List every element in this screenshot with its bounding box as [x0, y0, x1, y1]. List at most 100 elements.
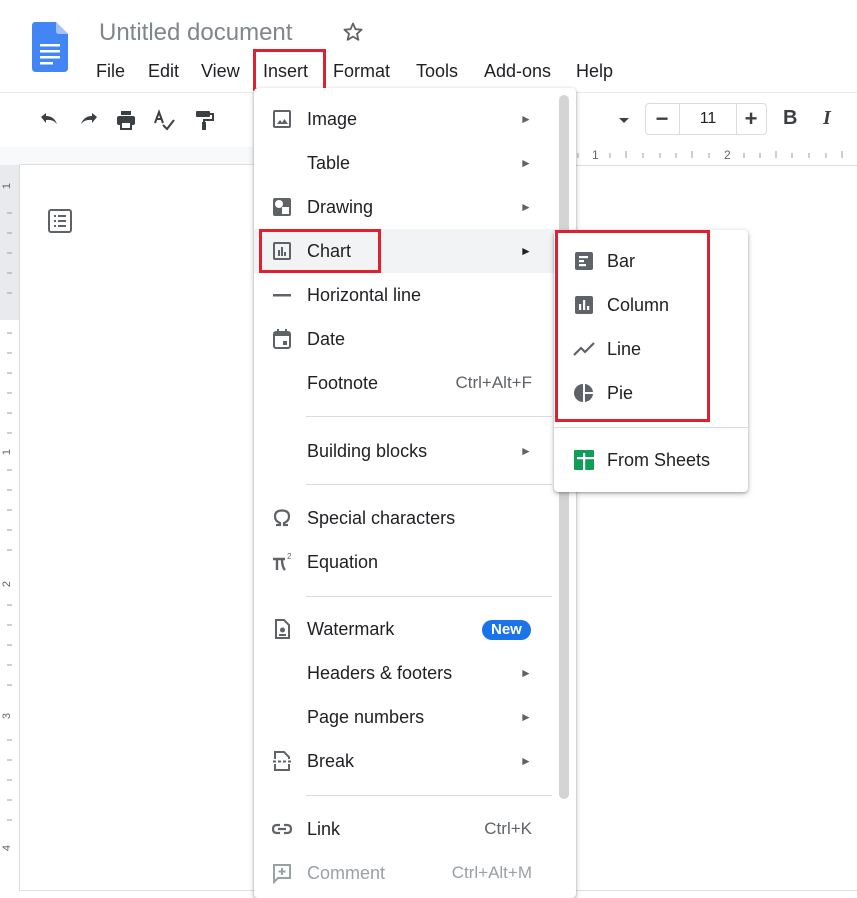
- v-ruler-mark: 2: [1, 580, 14, 588]
- submenu-arrow-icon: ►: [520, 112, 532, 126]
- menu-item-headers-footers[interactable]: Headers & footers ►: [254, 651, 554, 695]
- menu-add-ons[interactable]: Add-ons: [480, 56, 555, 86]
- menu-item-label: Watermark: [307, 619, 395, 639]
- menu-item-label: Horizontal line: [307, 285, 422, 305]
- line-chart-icon: [572, 337, 596, 361]
- menu-item-label: Page numbers: [307, 707, 425, 727]
- menu-item-image[interactable]: Image ►: [254, 97, 554, 141]
- menu-item-label: Date: [307, 329, 346, 349]
- print-icon[interactable]: [114, 108, 138, 132]
- break-icon: [270, 749, 294, 773]
- menu-format[interactable]: Format: [329, 56, 394, 86]
- font-dropdown-arrow-icon[interactable]: [612, 108, 636, 132]
- redo-icon[interactable]: [77, 108, 101, 132]
- v-ruler-mark: 3: [1, 712, 14, 720]
- menu-item-chart[interactable]: Chart ►: [254, 229, 576, 273]
- shortcut-label: Ctrl+Alt+M: [451, 863, 532, 882]
- undo-icon[interactable]: [37, 108, 61, 132]
- submenu-item-column[interactable]: Column: [554, 283, 748, 327]
- submenu-item-bar[interactable]: Bar: [554, 239, 748, 283]
- decrease-font-size-button[interactable]: −: [646, 104, 678, 134]
- column-chart-icon: [572, 293, 596, 317]
- horizontal-line-icon: [270, 283, 294, 307]
- submenu-item-label: Line: [607, 339, 642, 359]
- submenu-divider: [554, 427, 748, 428]
- menu-item-label: Headers & footers: [307, 663, 453, 683]
- submenu-item-from-sheets[interactable]: From Sheets: [554, 438, 748, 482]
- menu-tools[interactable]: Tools: [412, 56, 462, 86]
- menu-insert[interactable]: Insert: [259, 56, 312, 86]
- svg-text:2: 2: [287, 552, 292, 561]
- document-title[interactable]: Untitled document: [99, 18, 292, 48]
- increase-font-size-button[interactable]: +: [735, 104, 767, 134]
- font-size-stepper: − 11 +: [645, 103, 767, 135]
- menu-item-label: Image: [307, 109, 358, 129]
- menu-item-label: Comment: [307, 863, 386, 883]
- submenu-arrow-icon: ►: [520, 200, 532, 214]
- bold-button[interactable]: B: [783, 107, 797, 130]
- menu-item-footnote[interactable]: Footnote Ctrl+Alt+F: [254, 361, 554, 405]
- submenu-arrow-icon: ►: [520, 444, 532, 458]
- submenu-arrow-icon: ►: [520, 710, 532, 724]
- submenu-item-label: From Sheets: [607, 450, 711, 470]
- v-ruler-mark: 1: [1, 182, 14, 190]
- image-icon: [270, 107, 294, 131]
- menu-item-page-numbers[interactable]: Page numbers ►: [254, 695, 554, 739]
- submenu-arrow-icon: ►: [520, 666, 532, 680]
- star-icon[interactable]: [341, 20, 365, 44]
- italic-button[interactable]: I: [823, 107, 831, 130]
- menu-item-label: Table: [307, 153, 351, 173]
- font-size-input[interactable]: 11: [679, 104, 737, 134]
- submenu-item-label: Column: [607, 295, 670, 315]
- menu-item-special-characters[interactable]: Special characters: [254, 496, 554, 540]
- drawing-icon: [270, 195, 294, 219]
- menu-item-date[interactable]: Date: [254, 317, 554, 361]
- menu-item-label: Special characters: [307, 508, 456, 528]
- vertical-ruler: [0, 165, 20, 890]
- menu-item-label: Break: [307, 751, 355, 771]
- menu-item-drawing[interactable]: Drawing ►: [254, 185, 554, 229]
- omega-icon: [270, 506, 294, 530]
- submenu-item-line[interactable]: Line: [554, 327, 748, 371]
- menu-file[interactable]: File: [92, 56, 129, 86]
- submenu-arrow-icon: ►: [520, 244, 532, 258]
- horizontal-ruler: 1 2: [560, 147, 857, 166]
- bar-chart-icon: [572, 249, 596, 273]
- link-icon: [270, 817, 294, 841]
- menu-divider: [306, 795, 552, 796]
- pie-chart-icon: [572, 381, 596, 405]
- h-ruler-mark: 2: [724, 148, 731, 162]
- menu-item-link[interactable]: Link Ctrl+K: [254, 807, 554, 851]
- submenu-arrow-icon: ►: [520, 156, 532, 170]
- menu-item-horizontal-line[interactable]: Horizontal line: [254, 273, 554, 317]
- spellcheck-icon[interactable]: [152, 108, 176, 132]
- insert-menu: Image ► Table ► Drawing ► Chart ► Horizo…: [254, 88, 576, 898]
- chart-submenu: Bar Column Line Pie From Sheets: [554, 230, 748, 492]
- submenu-item-pie[interactable]: Pie: [554, 371, 748, 415]
- menu-item-table[interactable]: Table ►: [254, 141, 554, 185]
- calendar-icon: [270, 327, 294, 351]
- menu-item-building-blocks[interactable]: Building blocks ►: [254, 429, 554, 473]
- menu-item-break[interactable]: Break ►: [254, 739, 554, 783]
- menu-item-label: Chart: [307, 241, 352, 261]
- menu-divider: [306, 416, 552, 417]
- paint-format-icon[interactable]: [192, 108, 216, 132]
- menu-edit[interactable]: Edit: [144, 56, 183, 86]
- watermark-icon: [270, 617, 294, 641]
- menu-item-comment: Comment Ctrl+Alt+M: [254, 851, 554, 895]
- chart-icon: [270, 239, 294, 263]
- docs-logo-icon[interactable]: [32, 22, 68, 72]
- h-ruler-mark: 1: [592, 148, 599, 162]
- new-badge: New: [482, 620, 531, 640]
- menu-item-equation[interactable]: 2 Equation: [254, 540, 554, 584]
- document-outline-icon[interactable]: [46, 207, 74, 235]
- submenu-arrow-icon: ►: [520, 754, 532, 768]
- menu-item-label: Building blocks: [307, 441, 428, 461]
- menu-divider: [306, 596, 552, 597]
- menu-item-watermark[interactable]: Watermark New: [254, 607, 554, 651]
- menu-view[interactable]: View: [197, 56, 244, 86]
- menu-help[interactable]: Help: [572, 56, 617, 86]
- menu-item-label: Link: [307, 819, 341, 839]
- menu-item-label: Drawing: [307, 197, 374, 217]
- shortcut-label: Ctrl+Alt+F: [455, 373, 532, 392]
